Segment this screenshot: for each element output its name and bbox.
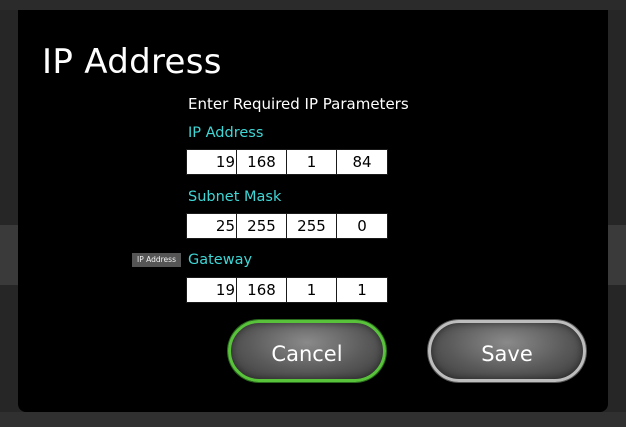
ip-address-input-group: 19 168 1 84 xyxy=(186,149,388,175)
gateway-octet-2[interactable]: 168 xyxy=(237,278,287,302)
ip-address-octet-4[interactable]: 84 xyxy=(337,150,387,174)
subnet-mask-octet-3[interactable]: 255 xyxy=(287,214,337,238)
backdrop-bottom xyxy=(0,412,626,427)
subnet-mask-octet-2[interactable]: 255 xyxy=(237,214,287,238)
gateway-octet-1[interactable]: 19 xyxy=(187,278,237,302)
subnet-mask-octet-1[interactable]: 25 xyxy=(187,214,237,238)
gateway-octet-4[interactable]: 1 xyxy=(337,278,387,302)
backdrop-left-strip xyxy=(0,225,18,285)
ip-address-label: IP Address xyxy=(188,125,264,141)
ip-address-tooltip: IP Address xyxy=(132,253,181,267)
subnet-mask-input-group: 25 255 255 0 xyxy=(186,213,388,239)
save-button[interactable]: Save xyxy=(428,320,586,382)
dialog-title: IP Address xyxy=(42,42,222,82)
gateway-input-group: 19 168 1 1 xyxy=(186,277,388,303)
cancel-button[interactable]: Cancel xyxy=(228,320,386,382)
dialog-subtitle: Enter Required IP Parameters xyxy=(188,95,409,113)
gateway-octet-3[interactable]: 1 xyxy=(287,278,337,302)
backdrop-top xyxy=(0,0,626,10)
backdrop-right-strip xyxy=(608,225,626,285)
subnet-mask-label: Subnet Mask xyxy=(188,189,282,205)
gateway-label: Gateway xyxy=(188,252,253,268)
ip-address-octet-2[interactable]: 168 xyxy=(237,150,287,174)
subnet-mask-octet-4[interactable]: 0 xyxy=(337,214,387,238)
ip-address-octet-1[interactable]: 19 xyxy=(187,150,237,174)
ip-address-octet-3[interactable]: 1 xyxy=(287,150,337,174)
